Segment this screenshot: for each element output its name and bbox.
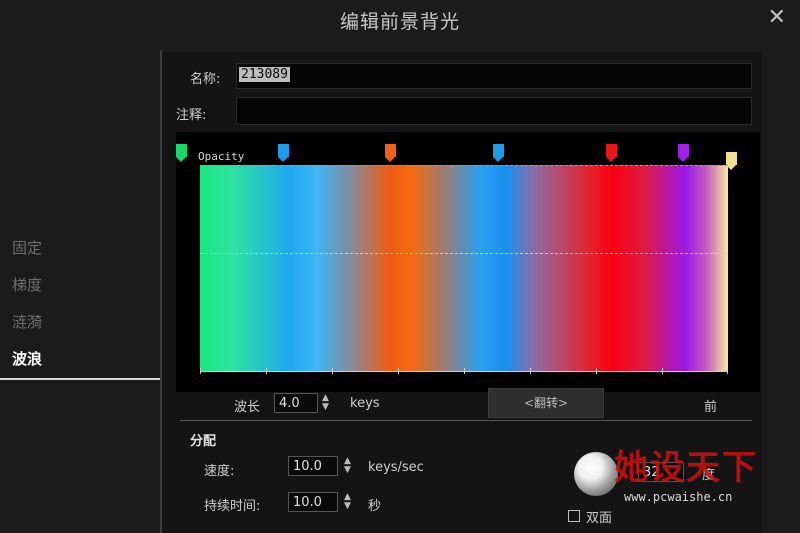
distribution-title: 分配 [190, 434, 217, 449]
duration-input[interactable]: 10.0 [288, 492, 338, 512]
close-icon[interactable]: ✕ [768, 5, 786, 30]
window-title: 编辑前景背光 [339, 11, 460, 33]
double-sided-checkbox[interactable] [568, 510, 580, 522]
sidebar-item-ripple[interactable]: 涟漪 [0, 304, 160, 341]
color-stop-marker[interactable] [278, 144, 289, 162]
axis-tick [332, 368, 333, 374]
axis-tick [727, 368, 728, 374]
direction-label: 前 [704, 400, 718, 415]
flip-button[interactable]: <翻转> [488, 388, 604, 418]
watermark-url: www.pcwaishe.cn [624, 490, 733, 504]
sidebar-item-wave[interactable]: 波浪 [0, 341, 160, 380]
color-stop-marker[interactable] [176, 144, 187, 162]
color-stop-marker[interactable] [678, 144, 689, 162]
duration-unit: 秒 [368, 499, 382, 514]
name-label: 名称: [190, 72, 221, 87]
speed-unit: keys/sec [368, 460, 424, 475]
color-gradient [200, 165, 728, 371]
color-stop-marker[interactable] [385, 144, 396, 162]
wavelength-unit: keys [350, 396, 380, 411]
note-field[interactable] [236, 97, 752, 125]
wavelength-label: 波长 [234, 400, 261, 415]
axis-tick [200, 368, 201, 374]
section-separator [180, 420, 752, 421]
wavelength-stepper-icon[interactable]: ▲ ▼ [322, 394, 329, 412]
speed-input[interactable]: 10.0 [288, 456, 338, 476]
editor-panel: 名称: 213089 注释: Opacity 波长 4.0 ▲ ▼ keys <翻… [162, 52, 762, 533]
color-stop-marker[interactable] [493, 144, 504, 162]
name-field[interactable]: 213089 [236, 63, 752, 89]
axis-tick [398, 368, 399, 374]
note-label: 注释: [176, 108, 207, 123]
speed-label: 速度: [204, 464, 235, 479]
midline [200, 253, 728, 254]
axis-tick [266, 368, 267, 374]
axis-tick [464, 368, 465, 374]
opacity-line [200, 165, 728, 166]
gradient-editor[interactable]: Opacity [176, 132, 760, 392]
sidebar-item-fixed[interactable]: 固定 [0, 230, 160, 267]
speed-stepper-icon[interactable]: ▲ ▼ [344, 457, 351, 475]
axis-tick [662, 368, 663, 374]
watermark-logo [574, 452, 618, 496]
sidebar: 固定 梯度 涟漪 波浪 [0, 230, 160, 380]
name-value: 213089 [239, 67, 290, 82]
title-bar: 编辑前景背光 ✕ [0, 0, 800, 38]
duration-stepper-icon[interactable]: ▲ ▼ [344, 493, 351, 511]
double-sided-label: 双面 [586, 511, 613, 526]
opacity-label: Opacity [198, 150, 245, 163]
color-stop-marker[interactable] [606, 144, 617, 162]
axis-tick [530, 368, 531, 374]
sidebar-item-gradient[interactable]: 梯度 [0, 267, 160, 304]
watermark-text: 她设天下 [614, 448, 758, 488]
color-stop-marker[interactable] [726, 152, 737, 170]
duration-label: 持续时间: [204, 499, 261, 514]
axis-tick [596, 368, 597, 374]
wavelength-input[interactable]: 4.0 [274, 393, 318, 413]
